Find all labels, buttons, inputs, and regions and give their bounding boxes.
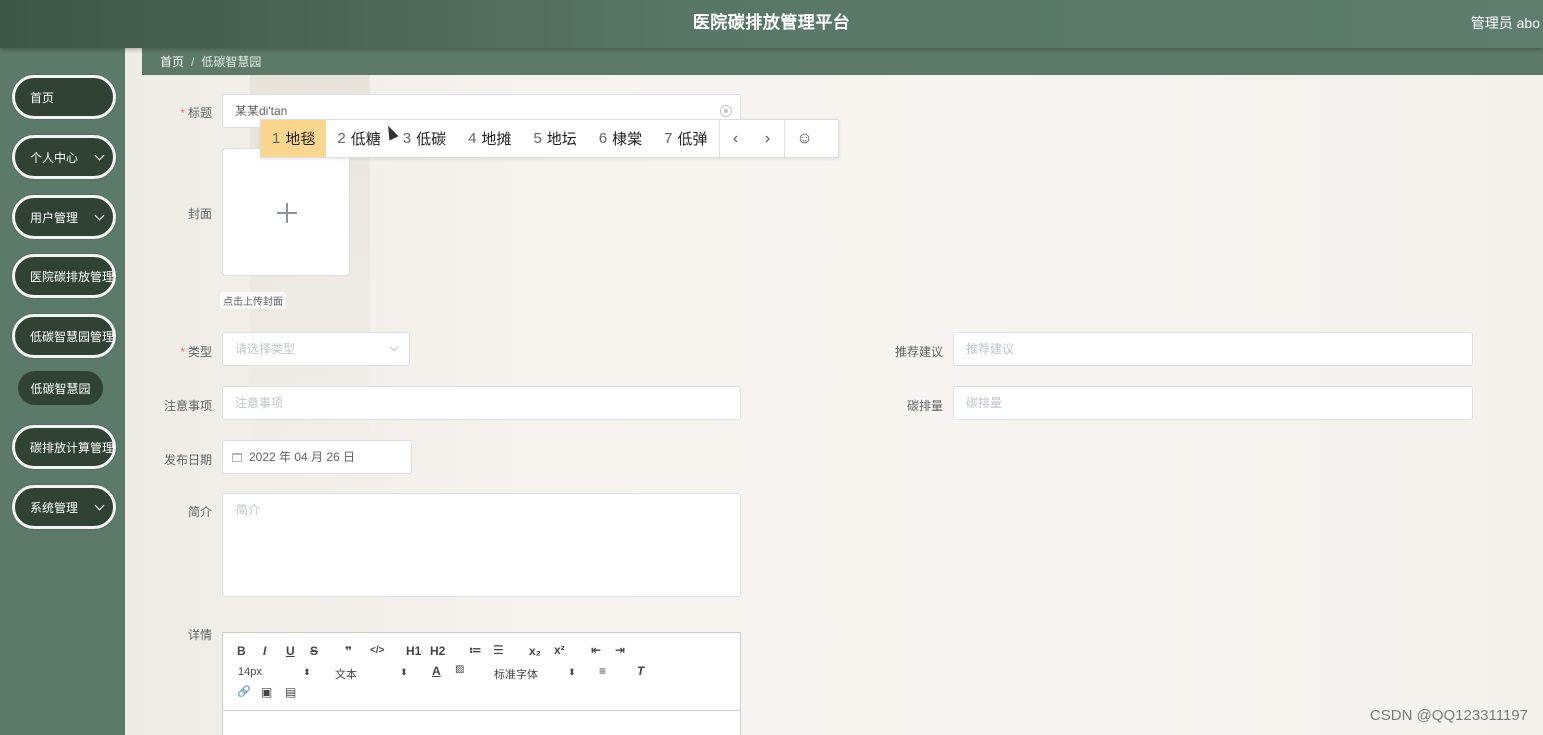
ime-candidate[interactable]: 2 低糖 bbox=[326, 120, 391, 157]
ime-candidate[interactable]: 6 棣棠 bbox=[588, 120, 653, 157]
sidebar-item-personal-center[interactable]: 个人中心 bbox=[12, 135, 116, 179]
intro-textarea-placeholder: 简介 bbox=[236, 503, 261, 517]
indent-icon[interactable]: ⇥ bbox=[615, 643, 625, 657]
type-select[interactable]: 请选择类型 bbox=[222, 332, 410, 366]
strike-icon[interactable]: S bbox=[310, 644, 318, 658]
calendar-icon bbox=[232, 453, 242, 462]
select-arrows-icon: ⬍ bbox=[400, 667, 408, 677]
video-icon[interactable]: ▤ bbox=[285, 685, 296, 699]
editor-toolbar: B I U S ❞ </> H1 H2 ≔ ☰ x₂ x² ⇤ ⇥ 14px ⬍… bbox=[223, 633, 740, 711]
sidebar: 首页 个人中心 用户管理 医院碳排放管理 低碳智慧园管理 低碳智慧园 碳排放计算… bbox=[0, 48, 125, 735]
sidebar-item-lowcarbon-park[interactable]: 低碳智慧园管理 bbox=[12, 314, 116, 358]
chevron-down-icon bbox=[94, 500, 105, 511]
type-select-placeholder: 请选择类型 bbox=[235, 342, 296, 356]
emission-input[interactable]: 碳排量 bbox=[953, 386, 1473, 420]
suggestion-input-placeholder: 推荐建议 bbox=[966, 342, 1015, 356]
chevron-down-icon bbox=[94, 210, 105, 221]
ime-candidate[interactable]: 5 地坛 bbox=[522, 120, 587, 157]
detail-label: 详情 bbox=[187, 628, 212, 642]
sidebar-item-label: 医院碳排放管理 bbox=[30, 269, 115, 284]
publish-date-value: 2022 年 04 月 26 日 bbox=[249, 450, 356, 464]
background-color-icon[interactable]: ▨ bbox=[455, 664, 464, 675]
sidebar-item-label: 个人中心 bbox=[30, 150, 79, 165]
sidebar-item-label: 用户管理 bbox=[30, 210, 79, 225]
align-icon[interactable]: ≡ bbox=[599, 664, 606, 678]
notes-input-placeholder: 注意事项 bbox=[235, 396, 284, 410]
ime-candidate-bar: 1 地毯 2 低糖 3 低碳 4 地摊 5 地坛 6 棣棠 7 低弹 ‹ › ☺ bbox=[260, 119, 839, 158]
blockquote-icon[interactable]: ❞ bbox=[345, 644, 352, 658]
cover-upload-tip: 点击上传封面 bbox=[220, 292, 286, 309]
title-label: * 标题 bbox=[180, 106, 212, 120]
sidebar-subitem-lowcarbon-park[interactable]: 低碳智慧园 bbox=[18, 371, 103, 405]
publish-date-label: 发布日期 bbox=[163, 453, 212, 467]
emoji-icon[interactable]: ☺ bbox=[785, 120, 825, 157]
breadcrumb-home[interactable]: 首页 bbox=[160, 55, 184, 69]
underline-icon[interactable]: U bbox=[286, 644, 295, 658]
select-arrows-icon: ⬍ bbox=[303, 667, 311, 677]
chevron-down-icon bbox=[94, 150, 105, 161]
clear-format-icon[interactable]: T bbox=[637, 664, 644, 678]
subscript-icon[interactable]: x₂ bbox=[529, 644, 541, 658]
sidebar-item-label: 首页 bbox=[30, 90, 55, 105]
bold-icon[interactable]: B bbox=[237, 644, 246, 658]
sidebar-item-home[interactable]: 首页 bbox=[12, 75, 116, 119]
image-icon[interactable]: ▣ bbox=[261, 685, 272, 699]
text-color-icon[interactable]: A bbox=[432, 664, 441, 678]
sidebar-item-label: 低碳智慧园管理 bbox=[30, 329, 115, 344]
platform-title: 医院碳排放管理平台 bbox=[692, 13, 851, 32]
type-label: * 类型 bbox=[180, 345, 212, 359]
cover-label: 封面 bbox=[187, 207, 212, 221]
sidebar-item-emission-calc[interactable]: 碳排放计算管理 bbox=[12, 425, 116, 469]
link-icon[interactable]: 🔗 bbox=[237, 685, 251, 698]
rich-text-editor[interactable]: B I U S ❞ </> H1 H2 ≔ ☰ x₂ x² ⇤ ⇥ 14px ⬍… bbox=[222, 632, 741, 735]
font-family-select[interactable]: 标准字体 bbox=[494, 666, 538, 682]
watermark: CSDN @QQ123311197 bbox=[1369, 707, 1528, 724]
chevron-down-icon bbox=[389, 342, 399, 352]
ime-candidate[interactable]: 4 地摊 bbox=[457, 120, 522, 157]
ime-next-icon[interactable]: › bbox=[752, 120, 784, 157]
intro-label: 简介 bbox=[187, 505, 212, 519]
block-type-select[interactable]: 文本 bbox=[335, 666, 357, 682]
current-user[interactable]: 管理员 abo bbox=[1471, 0, 1540, 46]
italic-icon[interactable]: I bbox=[263, 644, 266, 658]
suggestion-label: 推荐建议 bbox=[894, 345, 943, 359]
select-arrows-icon: ⬍ bbox=[568, 667, 576, 677]
title-input-value: 某某di'tan bbox=[235, 104, 288, 118]
plus-icon bbox=[286, 203, 288, 223]
ime-candidate[interactable]: 1 地毯 bbox=[261, 120, 327, 157]
h1-icon[interactable]: H1 bbox=[406, 644, 421, 658]
clear-icon[interactable] bbox=[720, 105, 732, 117]
ime-candidate[interactable]: 3 低碳 bbox=[392, 120, 457, 157]
sidebar-item-system[interactable]: 系统管理 bbox=[12, 485, 116, 529]
notes-label: 注意事项 bbox=[163, 399, 212, 413]
sidebar-item-hospital-emission[interactable]: 医院碳排放管理 bbox=[12, 254, 116, 298]
top-header: 医院碳排放管理平台 管理员 abo bbox=[0, 0, 1543, 48]
ordered-list-icon[interactable]: ≔ bbox=[469, 643, 482, 657]
emission-label: 碳排量 bbox=[906, 399, 943, 413]
outdent-icon[interactable]: ⇤ bbox=[591, 643, 601, 657]
code-icon[interactable]: </> bbox=[370, 645, 384, 656]
h2-icon[interactable]: H2 bbox=[430, 644, 445, 658]
suggestion-input[interactable]: 推荐建议 bbox=[953, 332, 1473, 366]
sidebar-item-user-management[interactable]: 用户管理 bbox=[12, 195, 116, 239]
emission-input-placeholder: 碳排量 bbox=[966, 396, 1003, 410]
ime-prev-icon[interactable]: ‹ bbox=[720, 120, 752, 157]
sidebar-item-label: 碳排放计算管理 bbox=[30, 440, 115, 455]
notes-input[interactable]: 注意事项 bbox=[222, 386, 741, 420]
breadcrumb-current: 低碳智慧园 bbox=[201, 55, 262, 69]
publish-date-picker[interactable]: 2022 年 04 月 26 日 bbox=[222, 440, 412, 474]
breadcrumb-separator: / bbox=[191, 55, 195, 69]
sidebar-item-label: 系统管理 bbox=[30, 500, 79, 515]
font-size-select[interactable]: 14px bbox=[238, 666, 262, 678]
superscript-icon[interactable]: x² bbox=[554, 643, 565, 657]
cover-upload[interactable] bbox=[222, 148, 350, 276]
bullet-list-icon[interactable]: ☰ bbox=[493, 643, 504, 657]
intro-textarea[interactable]: 简介 bbox=[222, 493, 741, 597]
ime-candidate[interactable]: 7 低弹 bbox=[653, 120, 718, 157]
